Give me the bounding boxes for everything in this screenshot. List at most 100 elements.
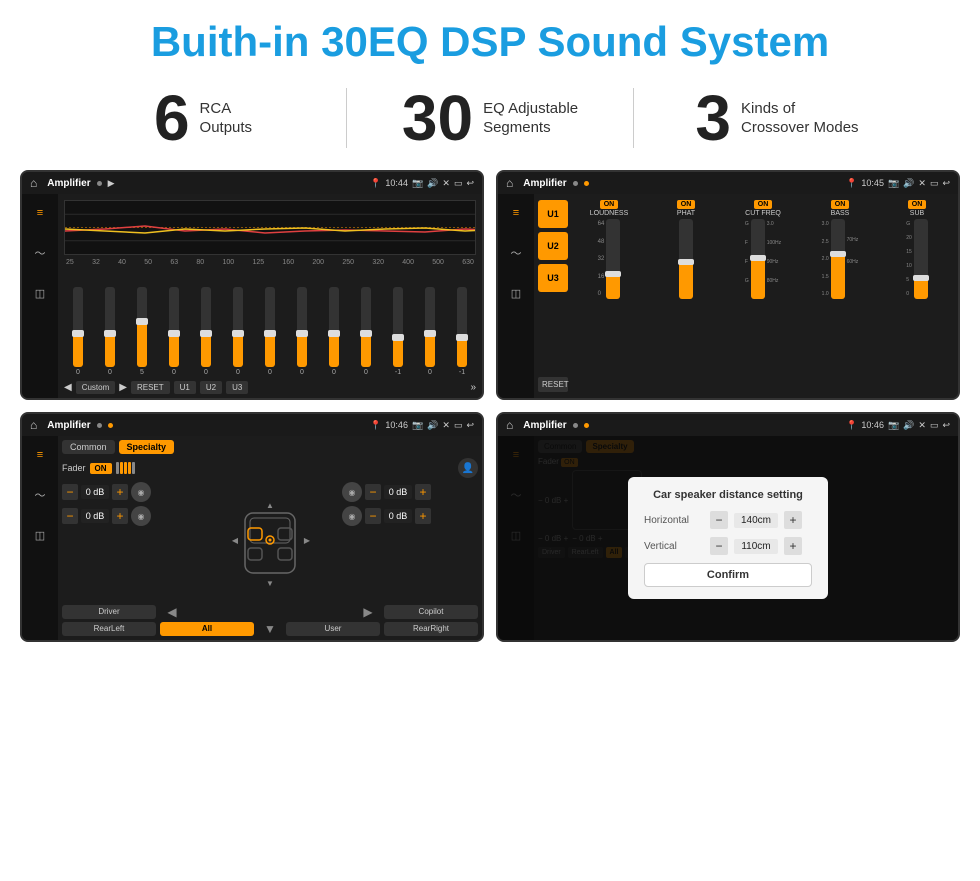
fader-on-badge[interactable]: ON [90,463,112,474]
crossover-icon-speaker[interactable]: ◫ [505,282,527,304]
stat-eq: 30 EQ AdjustableSegments [347,86,633,150]
crossover-channels-area: ON LOUDNESS 644832160 [572,200,954,392]
speaker-home-icon[interactable]: ⌂ [30,418,37,432]
eq-svg [65,201,475,254]
eq-play-icon: ▶ [108,178,115,189]
eq-slider-4: 0 [192,287,220,376]
level-rr-plus[interactable]: + [415,508,431,524]
speaker-cam-icon: 📷 [412,420,423,431]
speaker-sidebar: ≡ 〜 ◫ [22,436,58,640]
all-btn[interactable]: All [160,622,254,636]
eq-u2-btn[interactable]: U2 [200,381,222,394]
crossover-u1-btn[interactable]: U1 [538,200,568,228]
speaker-rr-icon: ◉ [342,506,362,526]
level-fr-val: 0 dB [384,485,412,499]
crossover-u2-btn[interactable]: U2 [538,232,568,260]
cutfreq-label: CUT FREQ [745,210,781,217]
eq-status-bar: ⌂ Amplifier ▶ 📍 10:44 📷 🔊 ✕ ▭ ↩ [22,172,482,194]
vertical-plus-btn[interactable]: + [784,537,802,555]
svg-text:▲: ▲ [266,501,274,510]
dialog-back-icon[interactable]: ↩ [942,420,950,431]
confirm-button[interactable]: Confirm [644,563,812,587]
eq-custom-btn[interactable]: Custom [76,381,116,394]
page-title: Buith-in 30EQ DSP Sound System [0,18,980,66]
cutfreq-slider[interactable] [751,219,765,299]
level-fl-plus[interactable]: + [112,484,128,500]
bass-label: BASS [831,210,850,217]
stat-crossover-number: 3 [695,86,731,150]
phat-on-badge[interactable]: ON [677,200,696,209]
level-rl-minus[interactable]: − [62,508,78,524]
crossover-cam-icon: 📷 [888,178,899,189]
eq-slider-6: 0 [256,287,284,376]
eq-u3-btn[interactable]: U3 [226,381,248,394]
speaker-x-icon: ✕ [442,420,450,431]
speaker-back-icon[interactable]: ↩ [466,420,474,431]
eq-graph [64,200,476,255]
eq-icon-eq[interactable]: ≡ [29,202,51,224]
fader-bar-2 [120,462,123,474]
crossover-icon-wave[interactable]: 〜 [505,242,527,264]
copilot-btn[interactable]: Copilot [384,605,478,619]
eq-next[interactable]: ▶ [119,382,127,393]
user-btn[interactable]: User [286,622,380,636]
dialog-home-icon[interactable]: ⌂ [506,418,513,432]
eq-prev[interactable]: ◀ [64,382,72,393]
loudness-slider[interactable] [606,219,620,299]
level-row-rl: − 0 dB + ◉ [62,506,198,526]
horizontal-minus-btn[interactable]: − [710,511,728,529]
eq-reset-btn[interactable]: RESET [131,381,170,394]
phat-slider[interactable] [679,219,693,299]
speaker-icon-wave[interactable]: 〜 [29,484,51,506]
stat-eq-number: 30 [402,86,473,150]
crossover-u-col: U1 U2 U3 RESET [538,200,568,392]
speaker-status-bar: ⌂ Amplifier 📍 10:46 📷 🔊 ✕ ▭ ↩ [22,414,482,436]
bass-on-badge[interactable]: ON [831,200,850,209]
vertical-minus-btn[interactable]: − [710,537,728,555]
eq-home-icon[interactable]: ⌂ [30,176,37,190]
sub-slider[interactable] [914,219,928,299]
bass-slider[interactable] [831,219,845,299]
speaker-icon-speaker[interactable]: ◫ [29,524,51,546]
stats-row: 6 RCAOutputs 30 EQ AdjustableSegments 3 … [0,76,980,164]
speaker-levels-right: ◉ − 0 dB + ◉ − 0 dB + [342,482,478,603]
level-fl-minus[interactable]: − [62,484,78,500]
crossover-u3-btn[interactable]: U3 [538,264,568,292]
speaker-bottom-row1: Driver ◀ ▶ Copilot [62,605,478,619]
eq-icon-speaker[interactable]: ◫ [29,282,51,304]
speaker-tab-specialty[interactable]: Specialty [119,440,175,454]
dialog-time: 10:46 [861,420,884,430]
fader-bar-1 [116,462,119,474]
dialog-dot1 [573,423,578,428]
speaker-tab-common[interactable]: Common [62,440,115,454]
rearright-btn[interactable]: RearRight [384,622,478,636]
level-rl-plus[interactable]: + [112,508,128,524]
eq-more-btn[interactable]: » [470,382,476,393]
crossover-icon-eq[interactable]: ≡ [505,202,527,224]
cutfreq-on-badge[interactable]: ON [754,200,773,209]
fader-profile-icon[interactable]: 👤 [458,458,478,478]
eq-back-icon[interactable]: ↩ [466,178,474,189]
crossover-back-icon[interactable]: ↩ [942,178,950,189]
driver-btn[interactable]: Driver [62,605,156,619]
horizontal-plus-btn[interactable]: + [784,511,802,529]
crossover-home-icon[interactable]: ⌂ [506,176,513,190]
loudness-on-badge[interactable]: ON [600,200,619,209]
speaker-rl-icon: ◉ [131,506,151,526]
crossover-status-bar: ⌂ Amplifier 📍 10:45 📷 🔊 ✕ ▭ ↩ [498,172,958,194]
speaker-time: 10:46 [385,420,408,430]
level-fr-minus[interactable]: − [365,484,381,500]
rearleft-btn[interactable]: RearLeft [62,622,156,636]
eq-u1-btn[interactable]: U1 [174,381,196,394]
eq-icon-wave[interactable]: 〜 [29,242,51,264]
eq-content: ≡ 〜 ◫ [22,194,482,398]
dialog-rect-icon: ▭ [930,420,939,431]
level-fr-plus[interactable]: + [415,484,431,500]
fader-bar-5 [132,462,135,474]
speaker-icon-eq[interactable]: ≡ [29,444,51,466]
sub-on-badge[interactable]: ON [908,200,927,209]
level-rr-minus[interactable]: − [365,508,381,524]
crossover-reset-btn[interactable]: RESET [538,377,568,392]
eq-slider-7: 0 [288,287,316,376]
eq-dot1 [97,181,102,186]
